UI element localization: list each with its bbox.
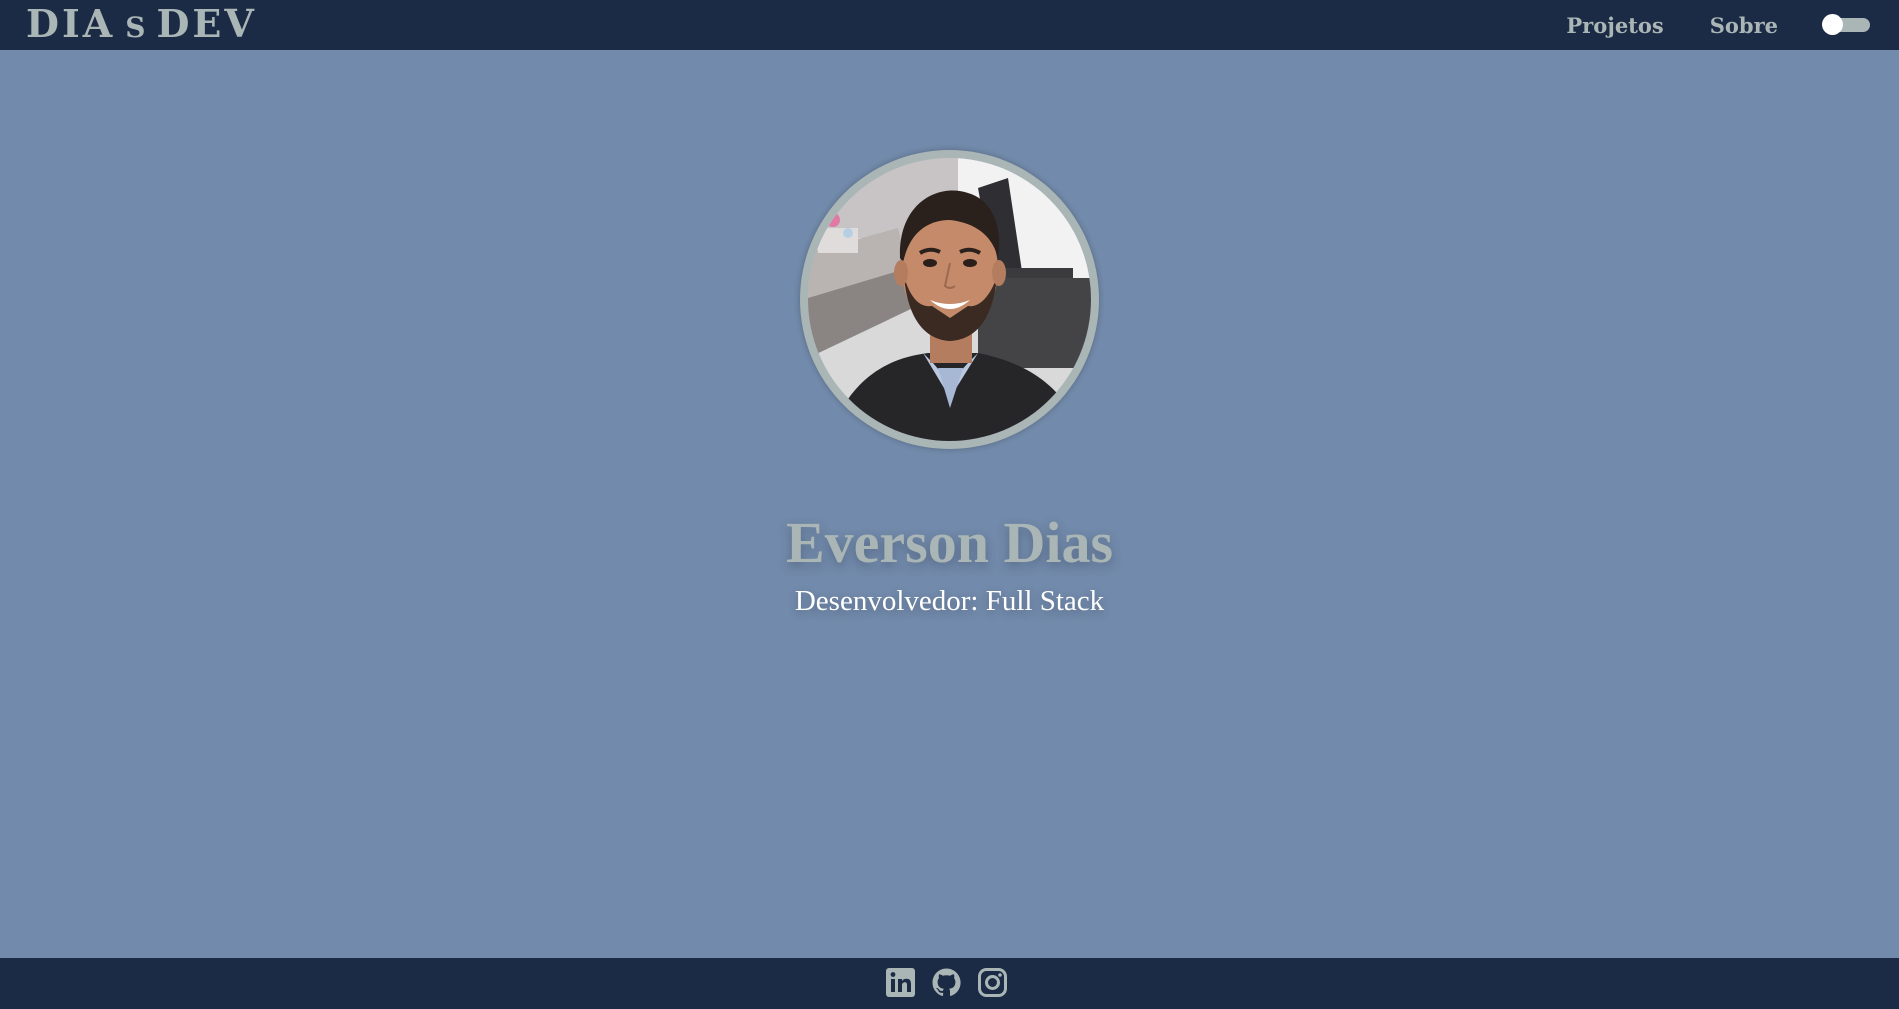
nav-link-projetos[interactable]: Projetos bbox=[1566, 13, 1663, 38]
main-nav: Projetos Sobre bbox=[1566, 0, 1870, 50]
github-icon[interactable] bbox=[931, 967, 962, 998]
page: DIA S DEV Projetos Sobre Everson Dias De… bbox=[0, 0, 1899, 1009]
top-navbar: DIA S DEV Projetos Sobre bbox=[0, 0, 1899, 50]
site-logo[interactable]: DIA S DEV bbox=[26, 2, 257, 50]
profile-photo-illustration bbox=[808, 158, 1091, 441]
footer bbox=[0, 958, 1899, 1009]
toggle-knob bbox=[1822, 14, 1843, 35]
logo-text-dev: DEV bbox=[156, 1, 257, 46]
logo-text-s: S bbox=[125, 11, 147, 44]
avatar-frame bbox=[800, 150, 1099, 449]
profile-role: Desenvolvedor: Full Stack bbox=[794, 585, 1105, 617]
logo-text-dia: DIA bbox=[26, 1, 116, 46]
nav-link-sobre[interactable]: Sobre bbox=[1710, 13, 1778, 38]
profile-photo bbox=[808, 158, 1091, 441]
instagram-icon[interactable] bbox=[977, 967, 1008, 998]
linkedin-icon[interactable] bbox=[885, 967, 916, 998]
profile-name: Everson Dias bbox=[785, 510, 1114, 575]
theme-toggle[interactable] bbox=[1822, 14, 1870, 35]
social-links bbox=[885, 967, 1008, 998]
